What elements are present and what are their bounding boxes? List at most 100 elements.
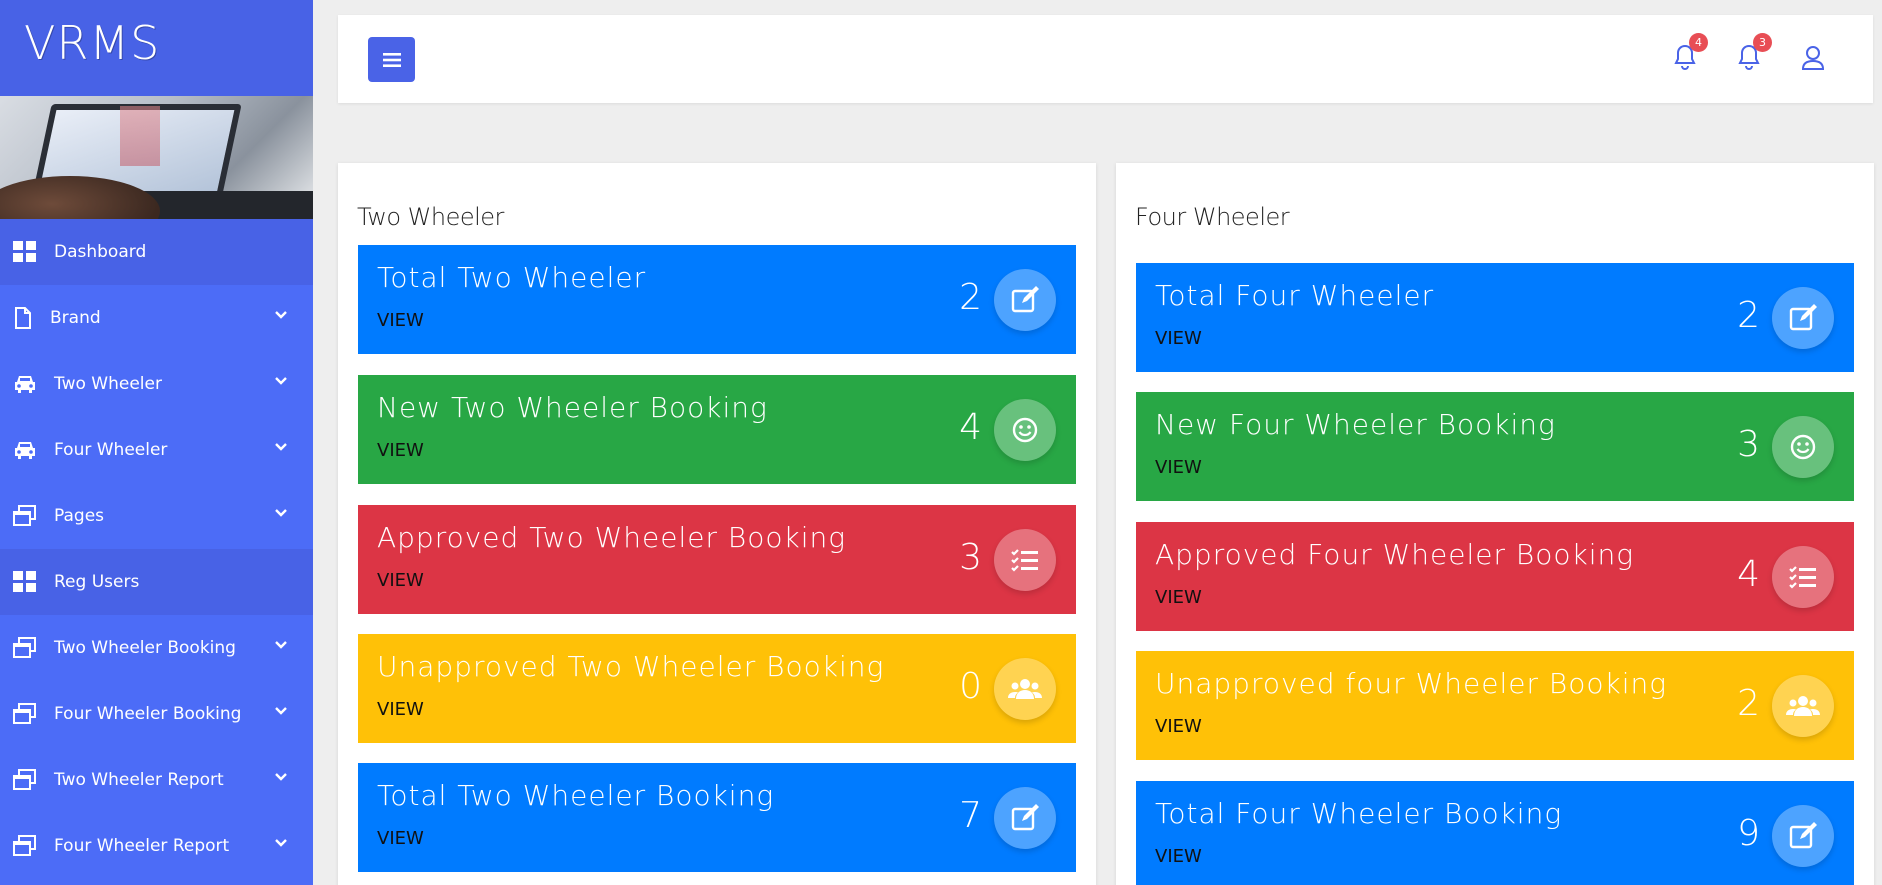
sidebar-item-four-wheeler-booking[interactable]: Four Wheeler Booking <box>0 681 313 747</box>
card-title: Total Four Wheeler Booking <box>1155 797 1563 830</box>
chevron-down-icon <box>275 377 287 385</box>
card-title: New Two Wheeler Booking <box>377 391 768 424</box>
top-bar: 4 3 <box>338 15 1873 103</box>
card-count: 9 <box>1737 813 1760 854</box>
four-wheeler-panel: Four Wheeler Total Four Wheeler VIEW 2 N… <box>1116 163 1874 885</box>
sidebar-item-label: Four Wheeler <box>54 440 168 460</box>
card-view-link[interactable]: VIEW <box>1155 716 1202 737</box>
car-icon <box>12 439 38 461</box>
smile-icon <box>1772 416 1834 478</box>
card-title: Unapproved Two Wheeler Booking <box>377 650 885 683</box>
panel-title: Two Wheeler <box>357 203 504 231</box>
chevron-down-icon <box>275 311 287 319</box>
sidebar-item-label: Reg Users <box>54 572 140 592</box>
sidebar-item-two-wheeler-booking[interactable]: Two Wheeler Booking <box>0 615 313 681</box>
card-total-two-wheeler[interactable]: Total Two Wheeler VIEW 2 <box>358 245 1076 354</box>
card-view-link[interactable]: VIEW <box>1155 457 1202 478</box>
sidebar-item-label: Two Wheeler Booking <box>54 638 236 658</box>
sidebar-nav: Dashboard Brand Two Wheeler Four Wheeler… <box>0 219 313 879</box>
app-logo[interactable]: VRMS <box>0 0 313 96</box>
card-view-link[interactable]: VIEW <box>1155 328 1202 349</box>
sidebar-item-two-wheeler[interactable]: Two Wheeler <box>0 351 313 417</box>
card-count: 3 <box>959 537 982 578</box>
users-icon <box>1772 675 1834 737</box>
menu-toggle-button[interactable] <box>368 37 415 82</box>
grid-icon <box>12 571 38 593</box>
card-total-two-wheeler-booking[interactable]: Total Two Wheeler Booking VIEW 7 <box>358 763 1076 872</box>
sidebar-item-dashboard[interactable]: Dashboard <box>0 219 313 285</box>
card-approved-four-wheeler-booking[interactable]: Approved Four Wheeler Booking VIEW 4 <box>1136 522 1854 631</box>
panel-title: Four Wheeler <box>1135 203 1290 231</box>
card-unapproved-two-wheeler-booking[interactable]: Unapproved Two Wheeler Booking VIEW 0 <box>358 634 1076 743</box>
notification-count-badge: 4 <box>1689 33 1708 52</box>
card-title: Approved Four Wheeler Booking <box>1155 538 1635 571</box>
card-view-link[interactable]: VIEW <box>1155 587 1202 608</box>
edit-icon <box>1772 287 1834 349</box>
sidebar-item-pages[interactable]: Pages <box>0 483 313 549</box>
sidebar-item-label: Brand <box>50 308 101 328</box>
card-title: Total Two Wheeler <box>377 261 647 294</box>
sidebar-item-label: Four Wheeler Report <box>54 836 230 856</box>
card-title: Unapproved four Wheeler Booking <box>1155 667 1668 700</box>
notifications-button[interactable]: 4 <box>1672 33 1708 73</box>
card-count: 2 <box>1737 295 1760 336</box>
card-count: 4 <box>1737 554 1760 595</box>
card-count: 0 <box>959 666 982 707</box>
windows-icon <box>12 835 38 857</box>
card-view-link[interactable]: VIEW <box>1155 846 1202 867</box>
card-title: Total Two Wheeler Booking <box>377 779 775 812</box>
windows-icon <box>12 637 38 659</box>
sidebar-item-label: Dashboard <box>54 242 147 262</box>
sidebar-item-four-wheeler[interactable]: Four Wheeler <box>0 417 313 483</box>
smile-icon <box>994 399 1056 461</box>
user-icon <box>1801 46 1825 70</box>
chevron-down-icon <box>275 443 287 451</box>
chevron-down-icon <box>275 641 287 649</box>
two-wheeler-panel: Two Wheeler Total Two Wheeler VIEW 2 New… <box>338 163 1096 885</box>
messages-button[interactable]: 3 <box>1736 33 1772 73</box>
user-profile-button[interactable] <box>1800 43 1826 73</box>
sidebar: VRMS Dashboard Brand Two Wheeler Four Wh… <box>0 0 313 885</box>
checklist-icon <box>1772 546 1834 608</box>
card-view-link[interactable]: VIEW <box>377 570 424 591</box>
windows-icon <box>12 505 38 527</box>
card-title: Total Four Wheeler <box>1155 279 1435 312</box>
hamburger-icon <box>382 52 401 67</box>
sidebar-item-label: Four Wheeler Booking <box>54 704 242 724</box>
card-total-four-wheeler[interactable]: Total Four Wheeler VIEW 2 <box>1136 263 1854 372</box>
card-approved-two-wheeler-booking[interactable]: Approved Two Wheeler Booking VIEW 3 <box>358 505 1076 614</box>
card-count: 7 <box>959 795 982 836</box>
sidebar-item-brand[interactable]: Brand <box>0 285 313 351</box>
checklist-icon <box>994 529 1056 591</box>
edit-icon <box>994 787 1056 849</box>
message-count-badge: 3 <box>1753 33 1772 52</box>
chevron-down-icon <box>275 839 287 847</box>
grid-icon <box>12 241 38 263</box>
windows-icon <box>12 769 38 791</box>
sidebar-item-label: Pages <box>54 506 105 526</box>
sidebar-item-two-wheeler-report[interactable]: Two Wheeler Report <box>0 747 313 813</box>
card-new-four-wheeler-booking[interactable]: New Four Wheeler Booking VIEW 3 <box>1136 392 1854 501</box>
car-icon <box>12 373 38 395</box>
card-unapproved-four-wheeler-booking[interactable]: Unapproved four Wheeler Booking VIEW 2 <box>1136 651 1854 760</box>
card-total-four-wheeler-booking[interactable]: Total Four Wheeler Booking VIEW 9 <box>1136 781 1854 885</box>
card-count: 2 <box>959 277 982 318</box>
app: VRMS Dashboard Brand Two Wheeler Four Wh… <box>0 0 1882 885</box>
sidebar-banner-image <box>0 96 313 219</box>
card-title: New Four Wheeler Booking <box>1155 408 1556 441</box>
edit-icon <box>1772 805 1834 867</box>
card-new-two-wheeler-booking[interactable]: New Two Wheeler Booking VIEW 4 <box>358 375 1076 484</box>
chevron-down-icon <box>275 707 287 715</box>
card-view-link[interactable]: VIEW <box>377 310 424 331</box>
sidebar-item-four-wheeler-report[interactable]: Four Wheeler Report <box>0 813 313 879</box>
edit-icon <box>994 269 1056 331</box>
card-view-link[interactable]: VIEW <box>377 828 424 849</box>
sidebar-item-label: Two Wheeler Report <box>54 770 224 790</box>
card-view-link[interactable]: VIEW <box>377 699 424 720</box>
sidebar-item-reg-users[interactable]: Reg Users <box>0 549 313 615</box>
windows-icon <box>12 703 38 725</box>
chevron-down-icon <box>275 509 287 517</box>
chevron-down-icon <box>275 773 287 781</box>
card-view-link[interactable]: VIEW <box>377 440 424 461</box>
users-icon <box>994 658 1056 720</box>
